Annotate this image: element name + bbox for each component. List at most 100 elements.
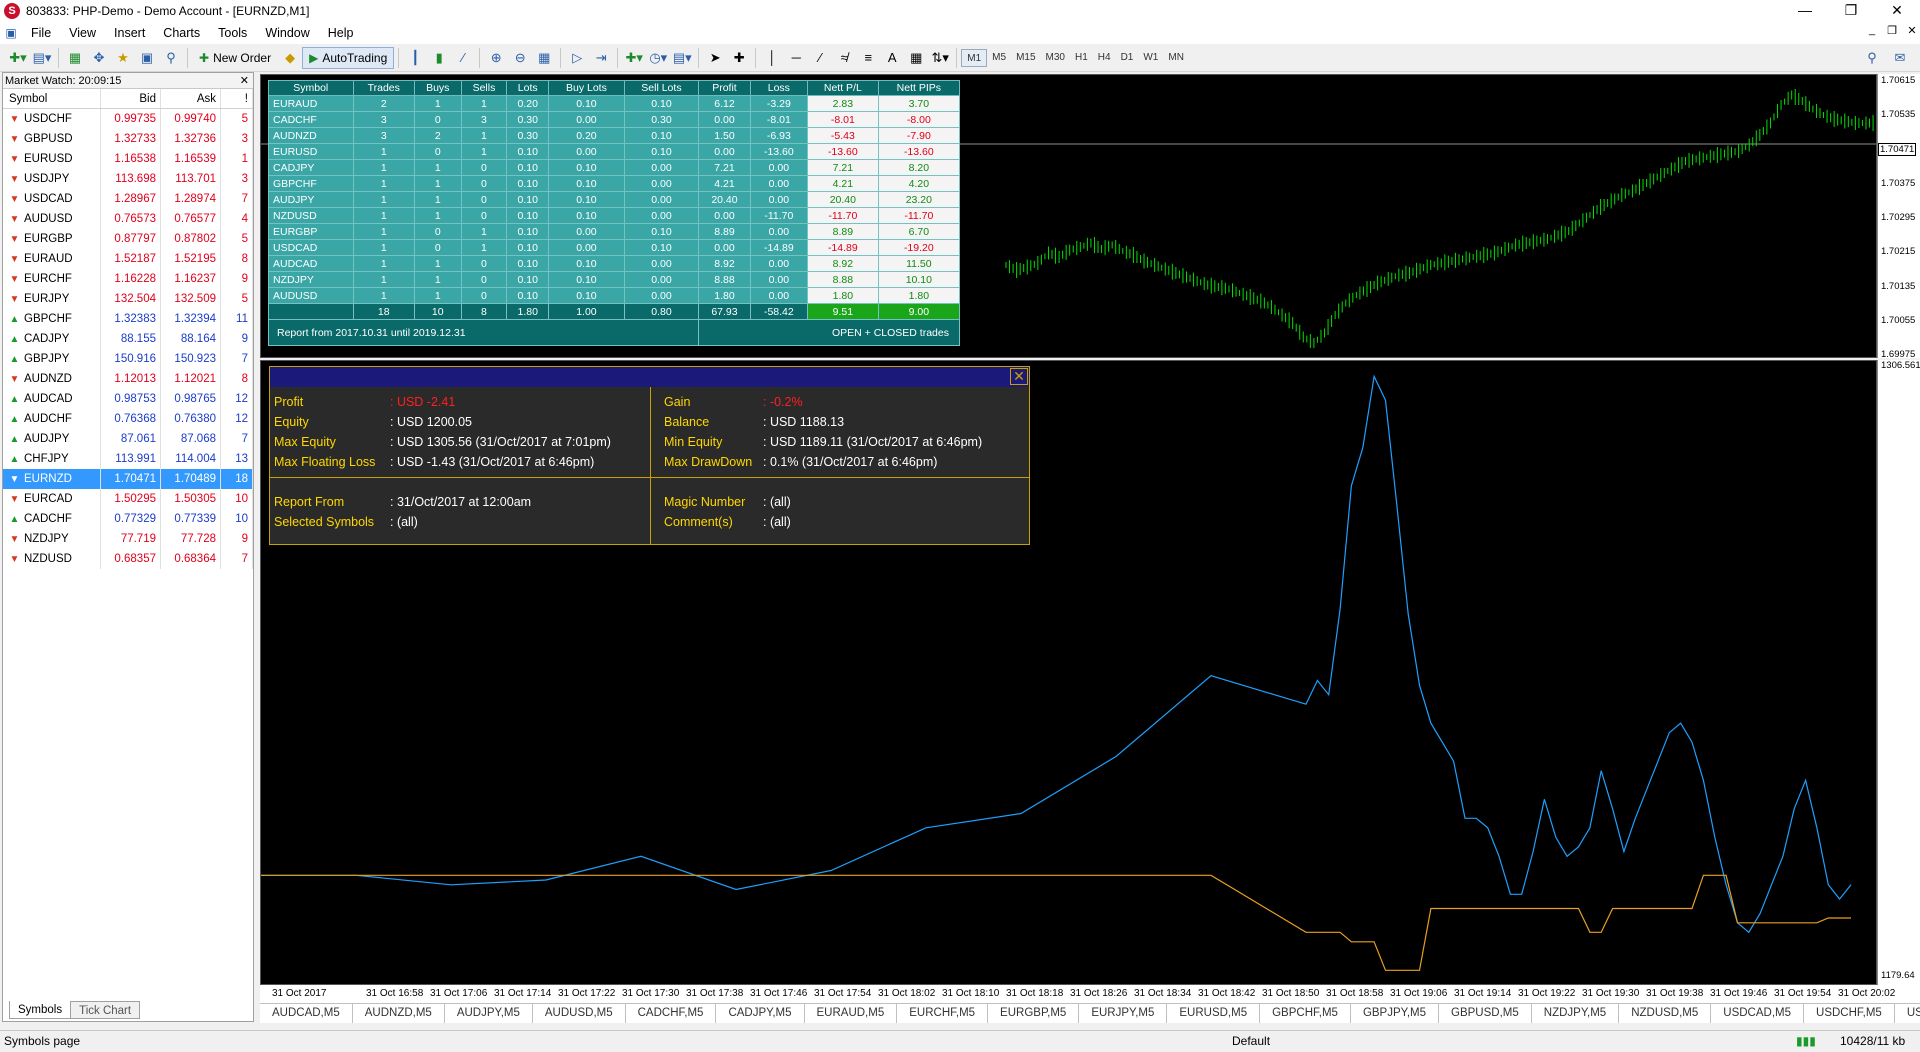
tab-tick-chart[interactable]: Tick Chart xyxy=(70,1001,141,1019)
chart-tab[interactable]: AUDUSD,M5 xyxy=(533,1004,626,1023)
market-watch-row[interactable]: ▼ USDJPY 113.698 113.701 3 xyxy=(3,169,253,189)
crosshair-icon[interactable]: ✚ xyxy=(727,47,751,69)
market-watch-row[interactable]: ▲ CHFJPY 113.991 114.004 13 xyxy=(3,449,253,469)
market-watch-row[interactable]: ▼ AUDUSD 0.76573 0.76577 4 xyxy=(3,209,253,229)
market-watch-row[interactable]: ▼ GBPUSD 1.32733 1.32736 3 xyxy=(3,129,253,149)
col-ask[interactable]: Ask xyxy=(161,89,221,108)
menu-help[interactable]: Help xyxy=(319,22,363,44)
channel-icon[interactable]: ≉ xyxy=(832,47,856,69)
menu-file[interactable]: File xyxy=(22,22,60,44)
col-spread[interactable]: ! xyxy=(221,89,253,108)
market-watch-row[interactable]: ▼ EURNZD 1.70471 1.70489 18 xyxy=(3,469,253,489)
trendline-icon[interactable]: ∕ xyxy=(808,47,832,69)
search-icon[interactable]: ⚲ xyxy=(1860,47,1884,69)
chart-tab[interactable]: USDCHF,M5 xyxy=(1804,1004,1895,1023)
terminal-icon[interactable]: ▣ xyxy=(135,47,159,69)
chart-tab[interactable]: EURGBP,M5 xyxy=(988,1004,1080,1023)
tf-mn[interactable]: MN xyxy=(1163,49,1189,67)
market-watch-row[interactable]: ▲ CADJPY 88.155 88.164 9 xyxy=(3,329,253,349)
col-bid[interactable]: Bid xyxy=(101,89,161,108)
chart-tab[interactable]: GBPCHF,M5 xyxy=(1260,1004,1351,1023)
mdi-minimize-icon[interactable]: _ xyxy=(1862,24,1882,36)
menu-tools[interactable]: Tools xyxy=(209,22,256,44)
market-watch-row[interactable]: ▼ NZDJPY 77.719 77.728 9 xyxy=(3,529,253,549)
chart-tab[interactable]: NZDJPY,M5 xyxy=(1532,1004,1620,1023)
cursor-icon[interactable]: ➤ xyxy=(703,47,727,69)
tf-w1[interactable]: W1 xyxy=(1138,49,1163,67)
restore-icon[interactable]: ❐ xyxy=(1828,0,1874,22)
market-watch-row[interactable]: ▼ EURCAD 1.50295 1.50305 10 xyxy=(3,489,253,509)
mdi-restore-icon[interactable]: ❐ xyxy=(1882,24,1902,37)
line-chart-icon[interactable]: ∕ xyxy=(451,47,475,69)
market-watch-row[interactable]: ▲ AUDJPY 87.061 87.068 7 xyxy=(3,429,253,449)
menu-insert[interactable]: Insert xyxy=(105,22,154,44)
chart-shift-icon[interactable]: ⇥ xyxy=(589,47,613,69)
market-watch-row[interactable]: ▼ EURCHF 1.16228 1.16237 9 xyxy=(3,269,253,289)
minimize-icon[interactable]: — xyxy=(1782,0,1828,22)
market-watch-row[interactable]: ▼ EURAUD 1.52187 1.52195 8 xyxy=(3,249,253,269)
horizontal-line-icon[interactable]: ─ xyxy=(784,47,808,69)
arrows-icon[interactable]: ⇅▾ xyxy=(928,47,952,69)
market-watch-row[interactable]: ▼ NZDUSD 0.68357 0.68364 7 xyxy=(3,549,253,569)
close-icon[interactable]: ✕ xyxy=(1874,0,1920,22)
chart-tab[interactable]: GBPUSD,M5 xyxy=(1439,1004,1532,1023)
market-watch-icon[interactable]: ▦ xyxy=(63,47,87,69)
market-watch-row[interactable]: ▲ AUDCAD 0.98753 0.98765 12 xyxy=(3,389,253,409)
chart-tab[interactable]: USDCAD,M5 xyxy=(1711,1004,1805,1023)
tf-m1[interactable]: M1 xyxy=(961,48,988,67)
chart-tab[interactable]: EURUSD,M5 xyxy=(1167,1004,1261,1023)
templates-icon[interactable]: ▤▾ xyxy=(670,47,694,69)
tile-windows-icon[interactable]: ▦ xyxy=(532,47,556,69)
profiles-icon[interactable]: ▤▾ xyxy=(30,47,54,69)
auto-scroll-icon[interactable]: ▷ xyxy=(565,47,589,69)
navigator-icon[interactable]: ★ xyxy=(111,47,135,69)
tab-symbols[interactable]: Symbols xyxy=(9,1001,72,1019)
tf-m5[interactable]: M5 xyxy=(987,49,1011,67)
market-watch-row[interactable]: ▼ EURGBP 0.87797 0.87802 5 xyxy=(3,229,253,249)
menu-charts[interactable]: Charts xyxy=(154,22,209,44)
tf-h1[interactable]: H1 xyxy=(1070,49,1093,67)
chart-tab[interactable]: EURAUD,M5 xyxy=(805,1004,898,1023)
market-watch-row[interactable]: ▼ AUDNZD 1.12013 1.12021 8 xyxy=(3,369,253,389)
tf-h4[interactable]: H4 xyxy=(1093,49,1116,67)
data-window-icon[interactable]: ✥ xyxy=(87,47,111,69)
zoom-in-icon[interactable]: ⊕ xyxy=(484,47,508,69)
menu-window[interactable]: Window xyxy=(256,22,318,44)
candlestick-icon[interactable]: ▮ xyxy=(427,47,451,69)
menu-view[interactable]: View xyxy=(60,22,105,44)
strategy-tester-icon[interactable]: ⚲ xyxy=(159,47,183,69)
text-label-icon[interactable]: ▦ xyxy=(904,47,928,69)
chart-tab[interactable]: CADCHF,M5 xyxy=(626,1004,717,1023)
market-watch-row[interactable]: ▲ AUDCHF 0.76368 0.76380 12 xyxy=(3,409,253,429)
tf-d1[interactable]: D1 xyxy=(1116,49,1139,67)
chart-tab[interactable]: AUDJPY,M5 xyxy=(445,1004,533,1023)
chart-tab[interactable]: AUDCAD,M5 xyxy=(260,1004,353,1023)
market-watch-row[interactable]: ▲ GBPCHF 1.32383 1.32394 11 xyxy=(3,309,253,329)
market-watch-row[interactable]: ▼ USDCAD 1.28967 1.28974 7 xyxy=(3,189,253,209)
chart-tab[interactable]: CADJPY,M5 xyxy=(716,1004,805,1023)
close-icon[interactable]: ✕ xyxy=(240,73,249,89)
new-order-button[interactable]: ✚ New Order xyxy=(192,47,278,69)
meta-editor-icon[interactable]: ◆ xyxy=(278,47,302,69)
bar-chart-icon[interactable]: ┃ xyxy=(403,47,427,69)
chart-tab[interactable]: GBPJPY,M5 xyxy=(1351,1004,1440,1023)
zoom-out-icon[interactable]: ⊖ xyxy=(508,47,532,69)
vertical-line-icon[interactable]: │ xyxy=(760,47,784,69)
fibonacci-icon[interactable]: ≡ xyxy=(856,47,880,69)
market-watch-row[interactable]: ▼ USDCHF 0.99735 0.99740 5 xyxy=(3,109,253,129)
market-watch-row[interactable]: ▼ EURJPY 132.504 132.509 5 xyxy=(3,289,253,309)
new-chart-icon[interactable]: ✚▾ xyxy=(6,47,30,69)
chart-tab[interactable]: EURCHF,M5 xyxy=(897,1004,989,1023)
autotrading-button[interactable]: ▶ AutoTrading xyxy=(302,46,395,69)
chart-tab[interactable]: AUDNZD,M5 xyxy=(353,1004,445,1023)
market-watch-row[interactable]: ▲ CADCHF 0.77329 0.77339 10 xyxy=(3,509,253,529)
market-watch-row[interactable]: ▼ EURUSD 1.16538 1.16539 1 xyxy=(3,149,253,169)
tf-m30[interactable]: M30 xyxy=(1041,49,1070,67)
tf-m15[interactable]: M15 xyxy=(1011,49,1040,67)
chart-tab[interactable]: EURJPY,M5 xyxy=(1079,1004,1168,1023)
col-symbol[interactable]: Symbol xyxy=(3,89,101,108)
text-icon[interactable]: A xyxy=(880,47,904,69)
chart-tab[interactable]: NZDUSD,M5 xyxy=(1619,1004,1712,1023)
chat-icon[interactable]: ✉ xyxy=(1888,47,1912,69)
indicators-icon[interactable]: ✚▾ xyxy=(622,47,646,69)
